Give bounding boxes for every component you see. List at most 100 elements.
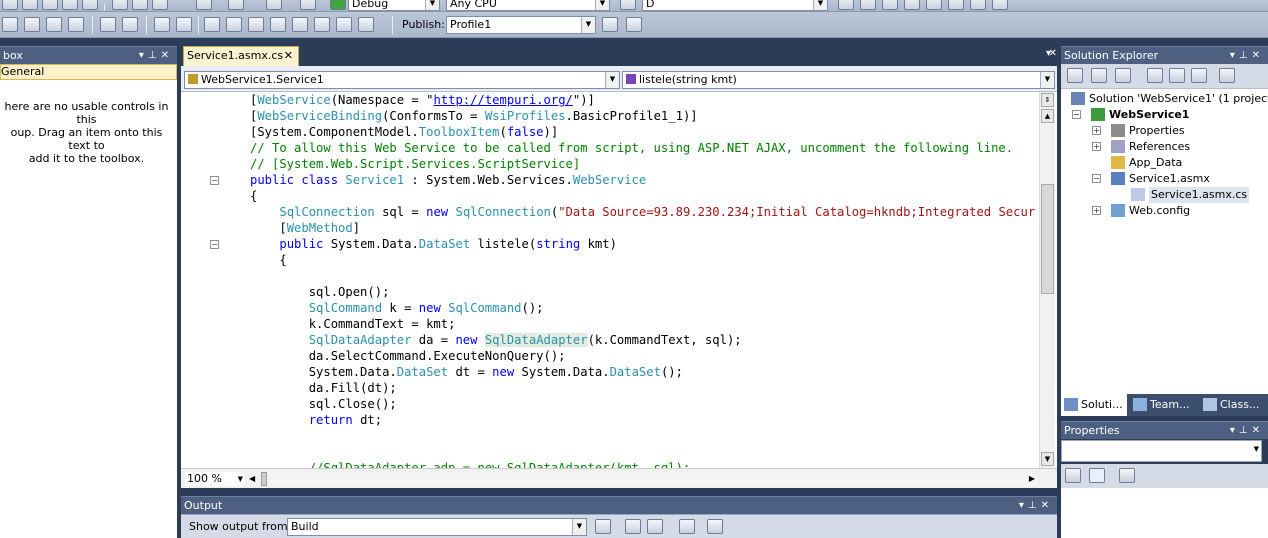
view-class-diagram-icon[interactable]: [1191, 68, 1207, 83]
class-navigation-combo[interactable]: WebService1.Service1 ▼: [184, 71, 620, 89]
code-line[interactable]: // To allow this Web Service to be calle…: [250, 140, 1035, 156]
pin-icon[interactable]: ⊥: [1028, 500, 1041, 511]
close-icon[interactable]: ✕: [1049, 48, 1057, 59]
properties-object-combo[interactable]: ▼: [1061, 440, 1262, 462]
previous-bookmark-document-icon[interactable]: [314, 17, 330, 32]
toolbox-group-general[interactable]: General: [0, 64, 177, 80]
solution-platform-combo[interactable]: Any CPU ▼: [446, 0, 610, 11]
code-line[interactable]: [System.ComponentModel.ToolboxItem(false…: [250, 124, 1035, 140]
tab-solution-explorer[interactable]: Soluti...: [1061, 394, 1127, 416]
chevron-down-icon[interactable]: ▼: [581, 17, 595, 33]
code-line[interactable]: [250, 444, 1035, 460]
publish-settings-icon[interactable]: [626, 17, 642, 32]
tree-item[interactable]: Solution 'WebService1' (1 project): [1061, 91, 1268, 107]
paste-icon[interactable]: [152, 0, 168, 10]
pin-icon[interactable]: ⊥: [1239, 425, 1252, 436]
scroll-right-icon[interactable]: ▶: [1029, 472, 1035, 486]
window-position-icon[interactable]: ▾: [1019, 500, 1028, 511]
code-line[interactable]: {: [250, 188, 1035, 204]
collapse-region-icon[interactable]: −: [210, 240, 219, 249]
tree-item[interactable]: − WebService1: [1061, 107, 1268, 123]
clear-all-icon[interactable]: [679, 519, 695, 534]
tree-item[interactable]: Service1.asmx.cs: [1061, 187, 1268, 203]
code-line[interactable]: sql.Close();: [250, 396, 1035, 412]
show-output-from-combo[interactable]: Build ▼: [287, 518, 587, 536]
scroll-down-icon[interactable]: ▼: [1041, 452, 1054, 466]
tab-team-explorer[interactable]: Team...: [1130, 394, 1198, 416]
tree-item[interactable]: + Web.config: [1061, 203, 1268, 219]
chevron-down-icon[interactable]: ▼: [605, 72, 619, 88]
redo-icon[interactable]: [228, 0, 244, 10]
find-in-files-icon[interactable]: [620, 0, 636, 10]
code-line[interactable]: return dt;: [250, 412, 1035, 428]
previous-bookmark-folder-icon[interactable]: [270, 17, 286, 32]
property-pages-icon[interactable]: [1119, 468, 1135, 483]
view-code-icon[interactable]: [1147, 68, 1163, 83]
collapse-icon[interactable]: −: [1072, 110, 1081, 119]
undo-icon[interactable]: [196, 0, 212, 10]
scrollbar-thumb[interactable]: [1041, 184, 1054, 294]
view-designer-icon[interactable]: [1169, 68, 1185, 83]
find-icon[interactable]: [838, 0, 854, 10]
code-line[interactable]: SqlCommand k = new SqlCommand();: [250, 300, 1035, 316]
alphabetical-icon[interactable]: [1089, 468, 1105, 483]
start-page-icon[interactable]: [948, 0, 964, 10]
split-handle-icon[interactable]: ⇕: [1041, 93, 1054, 107]
window-position-icon[interactable]: ▾: [1230, 50, 1239, 61]
chevron-down-icon[interactable]: ▼: [238, 472, 243, 486]
window-position-icon[interactable]: ▾: [139, 50, 148, 61]
tree-item[interactable]: − Service1.asmx: [1061, 171, 1268, 187]
code-line[interactable]: SqlDataAdapter da = new SqlDataAdapter(k…: [250, 332, 1035, 348]
display-word-completion-icon[interactable]: [68, 17, 84, 32]
properties-window-icon[interactable]: [882, 0, 898, 10]
code-line[interactable]: //SqlDataAdapter adp = new SqlDataAdapte…: [250, 460, 1035, 468]
collapse-region-icon[interactable]: −: [210, 176, 219, 185]
close-icon[interactable]: ✕: [161, 50, 173, 61]
increase-indent-icon[interactable]: [122, 17, 138, 32]
pin-icon[interactable]: ⊥: [148, 50, 161, 61]
pin-icon[interactable]: ⊥: [1239, 50, 1252, 61]
next-bookmark-document-icon[interactable]: [336, 17, 352, 32]
code-line[interactable]: da.Fill(dt);: [250, 380, 1035, 396]
toggle-bookmark-icon[interactable]: [204, 17, 220, 32]
navigate-forward-icon[interactable]: [300, 0, 316, 10]
find-message-in-code-icon[interactable]: [595, 519, 611, 534]
new-project-icon[interactable]: [2, 0, 18, 10]
next-bookmark-icon[interactable]: [248, 17, 264, 32]
copy-website-icon[interactable]: [1219, 68, 1235, 83]
collapse-icon[interactable]: −: [1092, 174, 1101, 183]
cut-icon[interactable]: [112, 0, 128, 10]
code-line[interactable]: // [System.Web.Script.Services.ScriptSer…: [250, 156, 1035, 172]
close-icon[interactable]: ✕: [1252, 50, 1264, 61]
copy-icon[interactable]: [132, 0, 148, 10]
close-icon[interactable]: ✕: [284, 47, 293, 65]
tab-service1-asmx-cs[interactable]: Service1.asmx.cs ✕: [183, 46, 299, 66]
chevron-down-icon[interactable]: ▼: [1254, 445, 1259, 453]
chevron-down-icon[interactable]: ▼: [1040, 72, 1054, 88]
expand-icon[interactable]: +: [1092, 126, 1101, 135]
expand-icon[interactable]: +: [1092, 206, 1101, 215]
code-line[interactable]: [WebService(Namespace = "http://tempuri.…: [250, 92, 1035, 108]
toolbox-icon[interactable]: [926, 0, 942, 10]
chevron-down-icon[interactable]: ▼: [572, 519, 586, 535]
publish-web-icon[interactable]: [602, 17, 618, 32]
save-icon[interactable]: [62, 0, 78, 10]
code-line[interactable]: da.SelectCommand.ExecuteNonQuery();: [250, 348, 1035, 364]
start-debugging-icon[interactable]: [330, 0, 346, 10]
solution-config-combo[interactable]: Debug ▼: [348, 0, 440, 11]
clear-bookmarks-icon[interactable]: [358, 17, 374, 32]
display-quick-info-icon[interactable]: [46, 17, 62, 32]
scroll-up-icon[interactable]: ▲: [1041, 109, 1054, 123]
expand-icon[interactable]: +: [1092, 142, 1101, 151]
code-line[interactable]: SqlConnection sql = new SqlConnection("D…: [250, 204, 1035, 220]
zoom-combo[interactable]: 100 % ▼: [185, 472, 245, 486]
tree-item[interactable]: + References: [1061, 139, 1268, 155]
previous-bookmark-icon[interactable]: [226, 17, 242, 32]
chevron-down-icon[interactable]: ▼: [595, 0, 609, 10]
tree-item[interactable]: + Properties: [1061, 123, 1268, 139]
show-all-files-icon[interactable]: [1091, 68, 1107, 83]
chevron-down-icon[interactable]: ▼: [813, 0, 827, 10]
save-all-icon[interactable]: [82, 0, 98, 10]
navigate-back-icon[interactable]: [266, 0, 282, 10]
add-item-icon[interactable]: [22, 0, 38, 10]
